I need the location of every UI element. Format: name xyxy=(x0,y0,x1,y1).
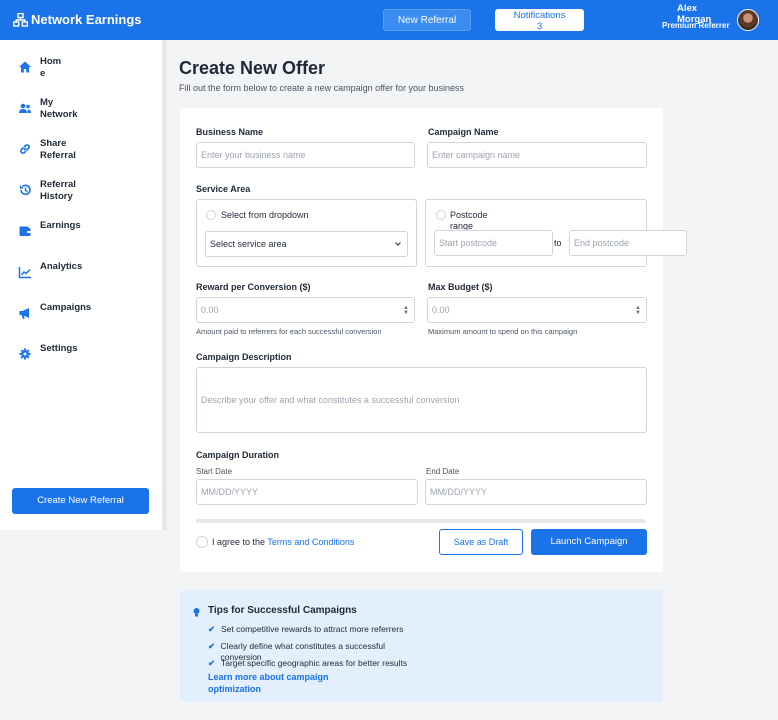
sidebar-item-label: Referral xyxy=(40,179,76,190)
tips-title: Tips for Successful Campaigns xyxy=(208,605,357,616)
gear-icon xyxy=(19,348,31,360)
business-name-input[interactable]: Enter your business name xyxy=(196,142,415,168)
notifications-button[interactable]: Notifications 3 xyxy=(495,9,584,32)
dropdown-radio[interactable] xyxy=(206,210,216,220)
postcode-radio-label: Postcode range xyxy=(450,210,488,232)
sidebar-item-network[interactable]: My Network xyxy=(18,97,77,121)
end-postcode-input[interactable]: End postcode xyxy=(569,230,687,256)
chevron-down-icon xyxy=(395,242,401,246)
users-icon xyxy=(19,103,31,113)
start-date-label: Start Date xyxy=(196,467,233,476)
start-postcode-input[interactable]: Start postcode xyxy=(434,230,553,256)
budget-label: Max Budget ($) xyxy=(428,282,493,292)
postcode-radio[interactable] xyxy=(436,210,446,220)
link-icon xyxy=(20,144,30,154)
budget-help: Maximum amount to spend on this campaign xyxy=(428,327,578,336)
tips-learn-more-link[interactable]: Learn more about campaign optimization xyxy=(208,671,348,695)
avatar[interactable] xyxy=(737,9,759,31)
end-date-input[interactable]: MM/DD/YYYY xyxy=(425,479,647,505)
create-new-referral-button[interactable]: Create New Referral xyxy=(12,488,149,514)
sidebar-item-label: History xyxy=(40,191,73,202)
sidebar-scrollbar[interactable] xyxy=(162,40,167,530)
sidebar-item-label: Hom xyxy=(40,56,62,67)
history-icon xyxy=(19,184,31,196)
sidebar-item-label: Settings xyxy=(40,343,78,354)
brand-name: Network Earnings xyxy=(31,12,142,27)
tip-item: ✔ Set competitive rewards to attract mor… xyxy=(208,624,403,635)
budget-value: 0.00 xyxy=(432,305,450,315)
top-header: Network Earnings New Referral Notificati… xyxy=(0,0,778,40)
agree-label: I agree to the xyxy=(212,537,268,547)
user-role: Premium Referrer xyxy=(662,21,730,30)
megaphone-icon xyxy=(19,308,29,319)
notifications-count: 3 xyxy=(536,21,543,32)
brand[interactable]: Network Earnings xyxy=(13,12,142,27)
reward-label: Reward per Conversion ($) xyxy=(196,282,311,292)
start-date-input[interactable]: MM/DD/YYYY xyxy=(196,479,418,505)
page-title: Create New Offer xyxy=(179,58,326,78)
sidebar-item-label: e xyxy=(40,68,46,79)
reward-value: 0.00 xyxy=(201,305,219,315)
postcode-radio-label-line1: Postcode xyxy=(450,210,488,220)
agree-checkbox[interactable] xyxy=(196,536,208,548)
tip-text: Set competitive rewards to attract more … xyxy=(221,624,404,634)
description-textarea[interactable]: Describe your offer and what constitutes… xyxy=(196,367,647,433)
service-area-label: Service Area xyxy=(196,184,251,194)
end-date-label: End Date xyxy=(426,467,460,476)
user-first-name: Alex xyxy=(677,3,698,14)
lightbulb-icon xyxy=(193,608,200,617)
terms-link[interactable]: Terms and Conditions xyxy=(267,537,354,547)
launch-campaign-button[interactable]: Launch Campaign xyxy=(531,529,647,555)
wallet-icon xyxy=(19,226,31,236)
sidebar-item-analytics[interactable]: Analytics xyxy=(18,261,82,279)
reward-stepper-icon[interactable]: ▲ ▼ xyxy=(403,305,409,316)
chart-icon xyxy=(18,267,31,279)
budget-input[interactable]: 0.00 ▲ ▼ xyxy=(427,297,647,323)
check-icon: ✔ xyxy=(208,658,216,668)
campaign-name-label: Campaign Name xyxy=(428,127,499,137)
budget-stepper-icon[interactable]: ▲ ▼ xyxy=(635,305,641,316)
check-icon: ✔ xyxy=(208,624,216,634)
sidebar-item-label: Earnings xyxy=(40,220,81,231)
agree-text: I agree to the Terms and Conditions xyxy=(212,537,354,547)
notifications-label: Notifications xyxy=(513,10,566,21)
sidebar-item-label: Share xyxy=(40,138,67,149)
sidebar-item-label: Analytics xyxy=(40,261,83,272)
tip-item: ✔ Target specific geographic areas for b… xyxy=(208,658,408,669)
sidebar-item-referral-history[interactable]: Referral History xyxy=(18,179,76,203)
dropdown-radio-label: Select from dropdown xyxy=(221,210,309,220)
network-icon xyxy=(13,12,28,27)
service-area-select[interactable]: Select service area xyxy=(205,231,408,257)
sidebar-item-label: Network xyxy=(40,109,78,120)
service-area-select-value: Select service area xyxy=(210,239,287,249)
save-draft-button[interactable]: Save as Draft xyxy=(439,529,523,555)
tip-text: Target specific geographic areas for bet… xyxy=(221,658,408,668)
business-name-label: Business Name xyxy=(196,127,264,137)
sidebar-item-share-referral[interactable]: Share Referral xyxy=(18,138,76,162)
duration-label: Campaign Duration xyxy=(196,450,280,460)
campaign-name-input[interactable]: Enter campaign name xyxy=(427,142,647,168)
sidebar-item-label: Referral xyxy=(40,150,76,161)
reward-help: Amount paid to referrers for each succes… xyxy=(196,327,382,336)
sidebar-item-label: My xyxy=(40,97,54,108)
form-scrollbar[interactable] xyxy=(196,519,646,523)
new-referral-button[interactable]: New Referral xyxy=(383,9,471,31)
sidebar-item-settings[interactable]: Settings xyxy=(18,343,77,361)
postcode-to-label: to xyxy=(554,238,562,248)
page-subtitle: Fill out the form below to create a new … xyxy=(179,83,464,93)
sidebar-item-earnings[interactable]: Earnings xyxy=(18,220,81,238)
home-icon xyxy=(19,61,31,73)
sidebar-item-label: Campaigns xyxy=(40,302,92,313)
sidebar-item-home[interactable]: Hom e xyxy=(18,56,61,80)
sidebar-item-campaigns[interactable]: Campaigns xyxy=(18,302,91,320)
reward-input[interactable]: 0.00 ▲ ▼ xyxy=(196,297,415,323)
description-label: Campaign Description xyxy=(196,352,292,362)
